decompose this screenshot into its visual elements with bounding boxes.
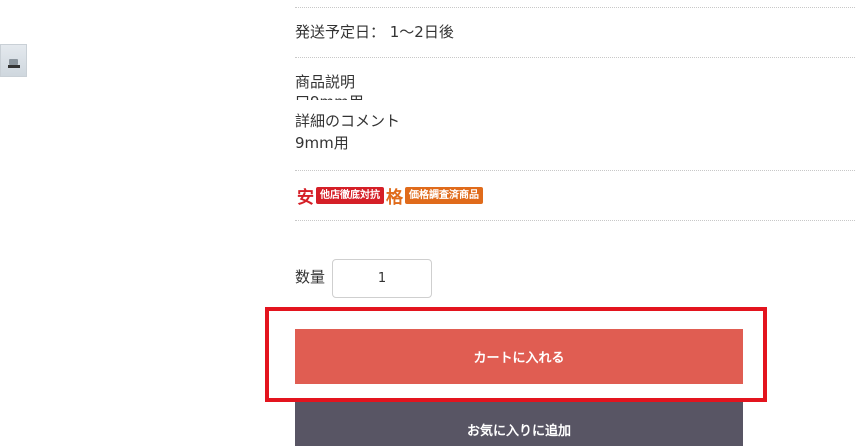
product-detail-page: 発送予定日： 1〜2日後 商品説明 口9mm用 詳細のコメント 9mm用 安 他… xyxy=(0,0,855,446)
quantity-label: 数量 xyxy=(295,268,326,286)
divider xyxy=(295,220,855,221)
comment-text: 9mm用 xyxy=(295,134,349,152)
price-badge-icon: 格 xyxy=(386,188,403,208)
thumbnail-image-icon xyxy=(8,59,20,68)
divider xyxy=(295,7,855,8)
comment-heading: 詳細のコメント xyxy=(295,112,401,130)
add-to-cart-button[interactable]: カートに入れる xyxy=(295,329,743,384)
product-thumbnail[interactable] xyxy=(0,44,27,77)
divider xyxy=(295,57,855,58)
quantity-input[interactable] xyxy=(332,259,432,298)
description-text: 口9mm用 xyxy=(295,92,695,100)
description-section: 商品説明 口9mm用 xyxy=(295,72,695,100)
description-heading: 商品説明 xyxy=(295,73,356,91)
badge-label-competitor: 他店徹底対抗 xyxy=(316,187,384,204)
divider xyxy=(295,170,855,171)
badge-label-price-checked: 価格調査済商品 xyxy=(405,187,483,204)
add-to-favorites-button[interactable]: お気に入りに追加 xyxy=(295,402,743,446)
badge-row: 安 他店徹底対抗 格 価格調査済商品 xyxy=(295,185,483,208)
shipping-estimate: 発送予定日： 1〜2日後 xyxy=(295,23,454,41)
cheap-badge-icon: 安 xyxy=(297,188,314,208)
